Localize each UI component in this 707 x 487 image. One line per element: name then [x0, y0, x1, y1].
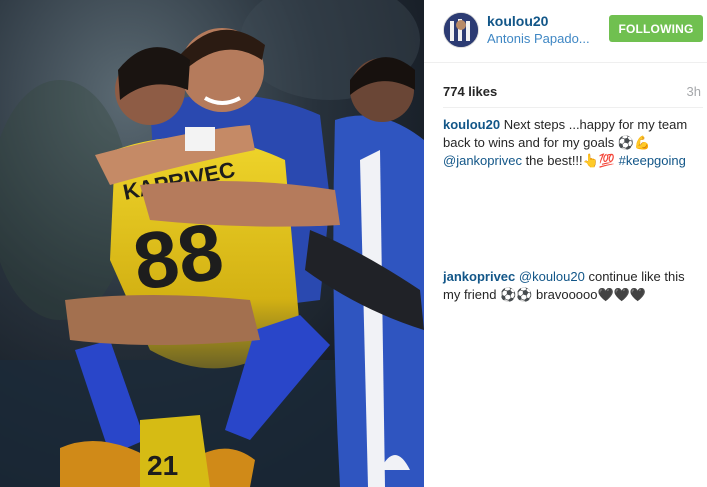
comment-mention[interactable]: @jankoprivec [443, 153, 522, 168]
sock-number: 21 [147, 450, 178, 481]
header-full-name[interactable]: Antonis Papado... [487, 31, 590, 46]
comment-reply: jankoprivec @koulou20 continue like this… [443, 268, 699, 304]
likes-count[interactable]: 774 likes [443, 84, 497, 99]
comment-hashtag[interactable]: #keepgoing [619, 153, 686, 168]
following-button[interactable]: FOLLOWING [609, 15, 703, 42]
header-username[interactable]: koulou20 [487, 13, 548, 29]
post-photo[interactable]: KAPRIVEC 88 21 [0, 0, 424, 487]
comment-username[interactable]: koulou20 [443, 117, 500, 132]
comment-username[interactable]: jankoprivec [443, 269, 515, 284]
photo-illustration: KAPRIVEC 88 21 [0, 0, 424, 487]
avatar-image-icon [444, 13, 478, 47]
post-sidebar: koulou20 Antonis Papado... FOLLOWING 774… [424, 0, 707, 487]
comment-mention[interactable]: @koulou20 [519, 269, 585, 284]
post-time[interactable]: 3h [687, 84, 701, 99]
post-header: koulou20 Antonis Papado... FOLLOWING [424, 0, 707, 63]
comment-caption: koulou20 Next steps ...happy for my team… [443, 116, 699, 170]
divider [443, 107, 703, 108]
comment-text: the best!!!👆💯 [521, 153, 619, 168]
avatar[interactable] [443, 12, 479, 48]
